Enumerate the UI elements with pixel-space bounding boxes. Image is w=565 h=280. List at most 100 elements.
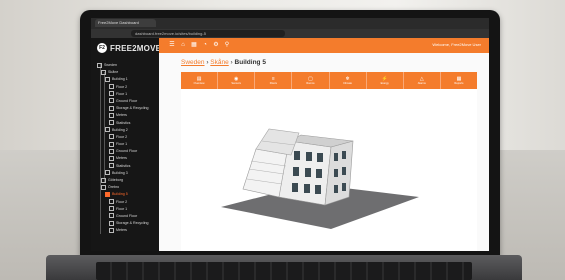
sidebar-tree-item[interactable]: Building 2 bbox=[91, 127, 159, 134]
sidebar-tree-item[interactable]: Meters bbox=[91, 112, 159, 119]
app-logo[interactable]: F2 FREE2MOVE bbox=[97, 42, 161, 54]
tree-node-icon bbox=[105, 127, 110, 133]
tree-item-label: Floor 1 bbox=[116, 142, 128, 147]
link-icon[interactable]: ⚲ bbox=[224, 42, 230, 48]
tree-item-label: Skåne bbox=[108, 70, 119, 75]
tree-item-label: Floor 1 bbox=[116, 206, 128, 211]
toolbar-button[interactable]: ▤ Overview bbox=[181, 72, 219, 89]
logo-text: FREE2MOVE bbox=[110, 43, 162, 53]
tree-item-label: Building 2 bbox=[112, 127, 128, 132]
toolbar-button[interactable]: ▢ Rooms bbox=[292, 72, 330, 89]
tree-node-icon bbox=[101, 177, 106, 183]
tree-node-icon bbox=[109, 213, 114, 219]
tree-item-label: Meters bbox=[116, 156, 127, 161]
tree-node-icon bbox=[109, 199, 114, 205]
sidebar-tree-item[interactable]: Sweden bbox=[91, 62, 159, 69]
sidebar-tree-item[interactable]: Floor 1 bbox=[91, 91, 159, 98]
tree-node-icon bbox=[109, 163, 114, 169]
breadcrumb-link-region[interactable]: Skåne bbox=[210, 59, 228, 66]
tree-node-icon bbox=[101, 69, 106, 75]
toolbar-label: Overview bbox=[193, 82, 205, 85]
sidebar-tree-item[interactable]: Building 3 bbox=[91, 170, 159, 177]
sidebar-tree-item[interactable]: Ground Floor bbox=[91, 213, 159, 220]
sidebar-tree-item[interactable]: Floor 1 bbox=[91, 141, 159, 148]
tree-item-label: Meters bbox=[116, 113, 127, 118]
user-greeting[interactable]: Welcome, Free2Move User bbox=[432, 42, 481, 48]
sidebar-tree-item[interactable]: Floor 2 bbox=[91, 84, 159, 91]
menu-icon[interactable]: ☰ bbox=[169, 42, 175, 48]
toolbar-button[interactable]: ▦ Reports bbox=[441, 72, 477, 89]
main-content: Welcome, Free2Move User ☰ ⌂ ▦ ◔ ⚙ ⚲ Sweden › … bbox=[159, 38, 489, 251]
tree-node-icon bbox=[109, 155, 114, 161]
sidebar-tree-item[interactable]: Floor 1 bbox=[91, 206, 159, 213]
keyboard bbox=[96, 262, 472, 280]
toolbar-button[interactable]: ❄ Climate bbox=[330, 72, 367, 89]
sidebar-tree-item[interactable]: Storage & Recycling bbox=[91, 105, 159, 112]
toolbar-button[interactable]: ⚡ Energy bbox=[367, 72, 404, 89]
settings-icon[interactable]: ⚙ bbox=[213, 42, 219, 48]
toolbar-button[interactable]: △ Alarms bbox=[404, 72, 441, 89]
toolbar-button[interactable]: ◉ Sensors bbox=[218, 72, 256, 89]
tree-node-icon bbox=[97, 62, 102, 68]
breadcrumb-link-country[interactable]: Sweden bbox=[181, 59, 205, 66]
building-model-render bbox=[221, 128, 419, 229]
tree-item-label: Göteborg bbox=[108, 178, 123, 182]
grid-icon[interactable]: ▦ bbox=[191, 42, 197, 48]
tree-node-icon bbox=[109, 120, 114, 126]
url-input[interactable]: dashboard.free2move.io/sites/building-5 bbox=[131, 30, 285, 37]
tree-item-label: Ground Floor bbox=[116, 98, 138, 103]
sidebar-tree-item[interactable]: Floor 2 bbox=[91, 199, 159, 206]
sidebar-tree-item[interactable]: Statistics bbox=[91, 163, 159, 170]
sidebar-tree-item[interactable]: Göteborg bbox=[91, 177, 159, 184]
tree-node-icon bbox=[109, 98, 114, 104]
tree-node-icon bbox=[109, 91, 114, 97]
toolbar-label: Sensors bbox=[231, 82, 241, 85]
top-bar: Welcome, Free2Move User ☰ ⌂ ▦ ◔ ⚙ ⚲ bbox=[159, 38, 489, 53]
tree-node-icon bbox=[109, 105, 114, 111]
sidebar-tree-item[interactable]: Skåne bbox=[91, 69, 159, 76]
tree-node-icon bbox=[109, 206, 114, 212]
tree-item-label: Storage & Recycling bbox=[116, 221, 149, 226]
tree-node-icon bbox=[105, 170, 110, 176]
browser-tab-bar: Free2Move Dashboard bbox=[91, 18, 489, 29]
home-icon[interactable]: ⌂ bbox=[180, 42, 186, 48]
tree-node-icon bbox=[105, 76, 110, 82]
tree-item-label: Storage & Recycling bbox=[116, 106, 149, 111]
browser-address-bar: dashboard.free2move.io/sites/building-5 bbox=[91, 29, 489, 38]
toolbar-button[interactable]: ≡ Floors bbox=[255, 72, 293, 89]
tree-node-icon bbox=[101, 184, 106, 190]
sidebar-tree-item[interactable]: Statistics bbox=[91, 120, 159, 127]
tree-node-icon bbox=[109, 141, 114, 147]
browser-tab[interactable]: Free2Move Dashboard bbox=[95, 19, 156, 27]
sidebar-tree-item[interactable]: Floor 2 bbox=[91, 134, 159, 141]
tree-item-label: Ground Floor bbox=[116, 213, 138, 218]
tree-item-label: Building 3 bbox=[112, 170, 128, 175]
tree-item-label: Floor 1 bbox=[116, 91, 128, 96]
sidebar: F2 FREE2MOVE Sweden Skåne Building 1 Floor … bbox=[91, 38, 161, 251]
sidebar-tree-item[interactable]: Ground Floor bbox=[91, 148, 159, 155]
toolbar-label: Energy bbox=[380, 82, 389, 85]
sidebar-tree-item[interactable]: Storage & Recycling bbox=[91, 220, 159, 227]
sidebar-tree-item[interactable]: Building 5 bbox=[91, 191, 159, 198]
sidebar-tree-item[interactable]: Meters bbox=[91, 155, 159, 162]
tree-item-label: Building 5 bbox=[112, 192, 128, 197]
laptop-screen: Free2Move Dashboard dashboard.free2move.… bbox=[91, 18, 489, 251]
logo-mark-icon: F2 bbox=[97, 43, 107, 53]
building-3d-viewer[interactable] bbox=[181, 89, 477, 251]
sidebar-tree-item[interactable]: Building 1 bbox=[91, 76, 159, 83]
site-tree: Sweden Skåne Building 1 Floor 2 Floor 1 Groun… bbox=[91, 62, 159, 235]
sidebar-tree-item[interactable]: Örebro bbox=[91, 184, 159, 191]
tree-item-label: Floor 2 bbox=[116, 134, 128, 139]
tree-item-label: Statistics bbox=[116, 163, 131, 168]
action-toolbar: ▤ Overview ◉ Sensors ≡ Floors ▢ Rooms ❄ Climate ⚡ E… bbox=[181, 72, 477, 89]
sidebar-tree-item[interactable]: Ground Floor bbox=[91, 98, 159, 105]
tree-item-label: Sweden bbox=[104, 63, 117, 67]
breadcrumb-current: Building 5 bbox=[234, 59, 266, 66]
toolbar-label: Alarms bbox=[417, 82, 426, 85]
bell-icon[interactable]: ◔ bbox=[202, 42, 208, 48]
tree-node-icon bbox=[109, 84, 114, 90]
sidebar-tree-item[interactable]: Meters bbox=[91, 227, 159, 234]
toolbar-label: Floors bbox=[269, 82, 277, 85]
breadcrumb-separator: › bbox=[230, 59, 233, 66]
tree-node-icon bbox=[109, 112, 114, 118]
